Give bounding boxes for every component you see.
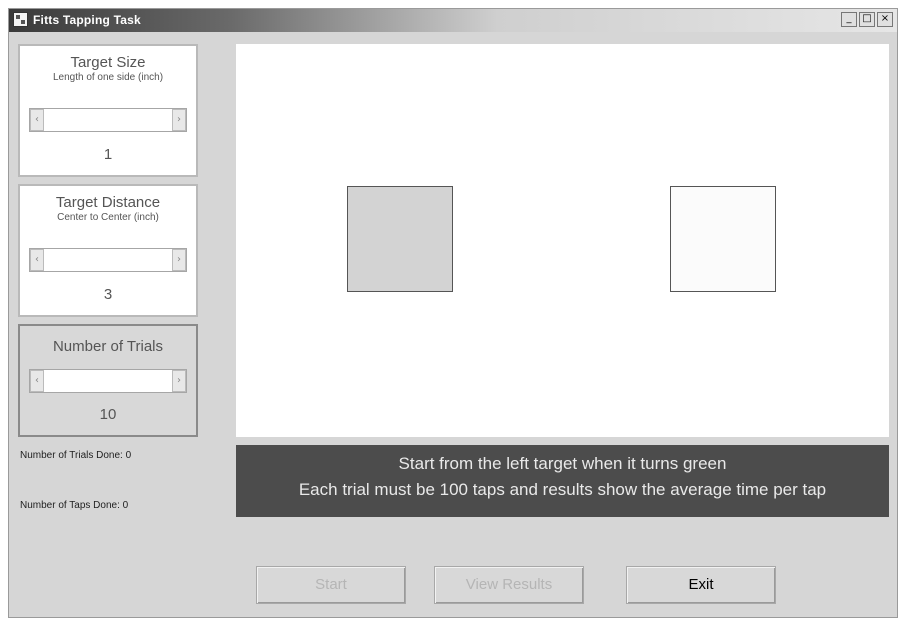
- target-distance-value: 3: [103, 286, 113, 303]
- instructions-banner: Start from the left target when it turns…: [236, 445, 889, 517]
- scroll-right-arrow-icon[interactable]: ›: [172, 370, 186, 392]
- trials-done-status: Number of Trials Done: 0: [20, 450, 132, 461]
- view-results-button[interactable]: View Results: [434, 566, 584, 604]
- start-button[interactable]: Start: [256, 566, 406, 604]
- maximize-button[interactable]: □: [859, 12, 875, 27]
- target-size-value: 1: [103, 146, 113, 163]
- scroll-right-arrow-icon[interactable]: ›: [172, 249, 186, 271]
- title-bar: Fitts Tapping Task _ □ ×: [9, 9, 897, 32]
- window-controls: _ □ ×: [841, 12, 893, 27]
- taps-done-status: Number of Taps Done: 0: [20, 500, 129, 511]
- target-size-panel: Target Size Length of one side (inch) ‹ …: [18, 44, 198, 177]
- app-icon: [13, 12, 28, 27]
- number-of-trials-title: Number of Trials: [52, 338, 164, 355]
- target-distance-scrollbar[interactable]: ‹ ›: [29, 248, 187, 272]
- window-title: Fitts Tapping Task: [33, 13, 141, 27]
- instruction-line-1: Start from the left target when it turns…: [398, 454, 727, 473]
- target-distance-panel: Target Distance Center to Center (inch) …: [18, 184, 198, 317]
- target-size-title: Target Size: [70, 54, 146, 71]
- right-target[interactable]: [670, 186, 776, 292]
- exit-button[interactable]: Exit: [626, 566, 776, 604]
- task-canvas: [236, 44, 889, 437]
- scroll-left-arrow-icon[interactable]: ‹: [30, 109, 44, 131]
- target-size-subtitle: Length of one side (inch): [52, 72, 164, 83]
- instruction-line-2: Each trial must be 100 taps and results …: [298, 480, 827, 499]
- target-distance-title: Target Distance: [55, 194, 161, 211]
- close-button[interactable]: ×: [877, 12, 893, 27]
- scroll-right-arrow-icon[interactable]: ›: [172, 109, 186, 131]
- number-of-trials-panel: Number of Trials ‹ › 10: [18, 324, 198, 437]
- scroll-left-arrow-icon[interactable]: ‹: [30, 370, 44, 392]
- target-size-scrollbar[interactable]: ‹ ›: [29, 108, 187, 132]
- target-distance-subtitle: Center to Center (inch): [57, 212, 159, 223]
- number-of-trials-value: 10: [99, 406, 117, 423]
- scroll-left-arrow-icon[interactable]: ‹: [30, 249, 44, 271]
- left-target[interactable]: [347, 186, 453, 292]
- minimize-button[interactable]: _: [841, 12, 857, 27]
- number-of-trials-scrollbar[interactable]: ‹ ›: [29, 369, 187, 393]
